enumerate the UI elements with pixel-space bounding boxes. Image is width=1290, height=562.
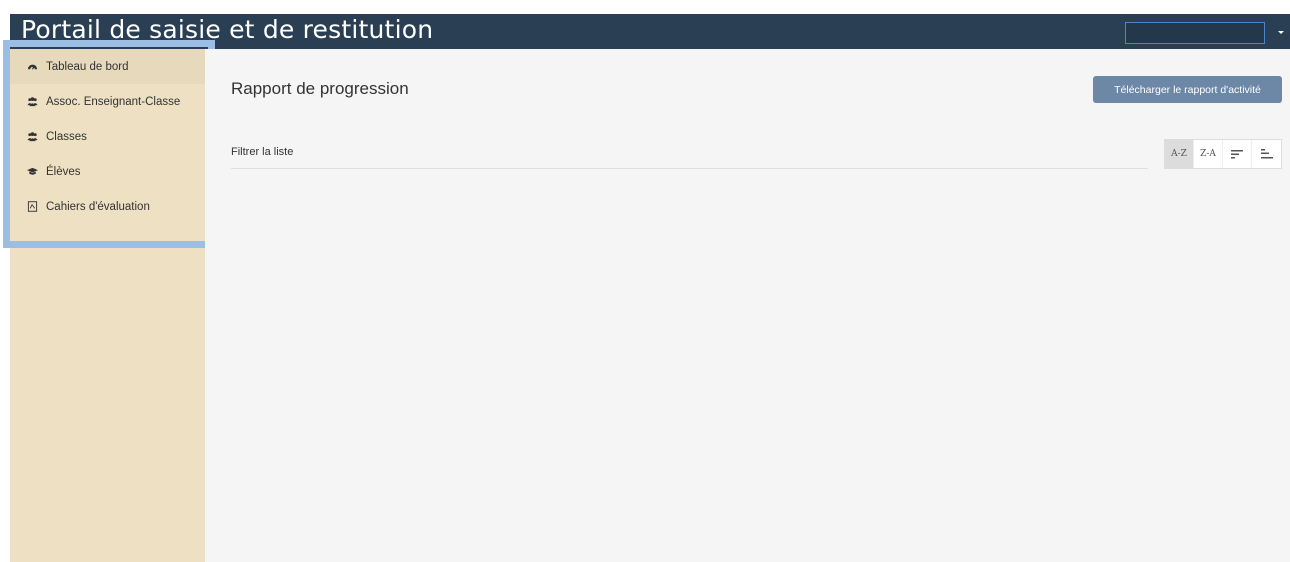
sidebar-item-label: Élèves <box>46 165 81 178</box>
sidebar-item-label: Cahiers d'évaluation <box>46 200 150 213</box>
app-title: Portail de saisie et de restitution <box>21 15 434 44</box>
sort-az-button[interactable]: A-Z <box>1165 140 1194 168</box>
sidebar-item-tableau-de-bord[interactable]: Tableau de bord <box>10 49 205 84</box>
dashboard-icon <box>27 61 38 72</box>
users-icon <box>27 131 38 142</box>
user-menu-box[interactable] <box>1125 22 1265 44</box>
filter-input[interactable] <box>231 137 1148 167</box>
sidebar-nav: Tableau de bord Assoc. Enseignant-Classe… <box>10 49 205 224</box>
sort-desc-button[interactable] <box>1223 140 1252 168</box>
sort-za-button[interactable]: Z-A <box>1194 140 1223 168</box>
download-activity-report-button[interactable]: Télécharger le rapport d'activité <box>1093 76 1282 103</box>
sidebar-item-label: Tableau de bord <box>46 60 129 73</box>
chevron-down-icon[interactable] <box>1278 31 1284 34</box>
main-content: Rapport de progression Télécharger le ra… <box>205 49 1290 562</box>
sort-asc-icon <box>1260 148 1274 160</box>
sidebar-item-label: Assoc. Enseignant-Classe <box>46 95 181 108</box>
sidebar-item-classes[interactable]: Classes <box>10 119 205 154</box>
graduation-cap-icon <box>27 166 38 177</box>
file-icon <box>27 201 38 212</box>
page-title: Rapport de progression <box>231 79 409 98</box>
sort-asc-button[interactable] <box>1252 140 1281 168</box>
sort-button-group: A-Z Z-A <box>1164 139 1282 169</box>
sort-desc-icon <box>1230 148 1244 160</box>
users-icon <box>27 96 38 107</box>
sidebar-item-cahiers-evaluation[interactable]: Cahiers d'évaluation <box>10 189 205 224</box>
filter-field <box>231 137 1148 169</box>
sidebar-item-assoc-enseignant-classe[interactable]: Assoc. Enseignant-Classe <box>10 84 205 119</box>
top-header: Portail de saisie et de restitution <box>10 14 1290 49</box>
sidebar-item-eleves[interactable]: Élèves <box>10 154 205 189</box>
sidebar-item-label: Classes <box>46 130 87 143</box>
